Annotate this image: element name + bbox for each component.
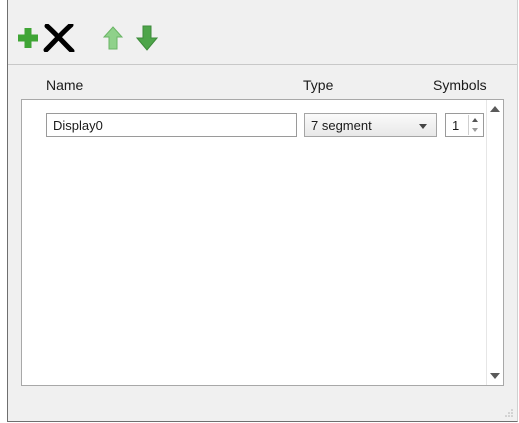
move-up-icon [103,26,123,50]
display-editor-window: Name Type Symbols 7 segment 1 [7,0,518,422]
resize-grip-icon[interactable] [504,408,514,418]
column-header-symbols: Symbols [433,77,487,93]
toolbar-separator [8,64,517,65]
spin-up-icon[interactable] [472,118,478,122]
scroll-up-icon[interactable] [490,106,500,112]
remove-button[interactable] [42,21,76,55]
display-type-value: 7 segment [311,117,372,133]
move-down-icon [136,25,158,51]
display-list[interactable]: 7 segment 1 [21,99,504,386]
display-name-field[interactable] [46,113,297,137]
move-up-button[interactable] [96,21,130,55]
column-header-type: Type [303,77,334,93]
symbols-spinbox[interactable]: 1 [445,113,484,137]
remove-icon [43,24,75,52]
chevron-down-icon [419,124,427,129]
column-header-name: Name [46,77,84,93]
spin-buttons [468,115,482,135]
symbols-value: 1 [452,118,460,133]
move-down-button[interactable] [130,21,164,55]
vertical-scrollbar[interactable] [486,100,503,385]
add-button[interactable] [11,21,45,55]
scroll-down-icon[interactable] [490,373,500,379]
spin-down-icon[interactable] [472,128,478,132]
display-type-dropdown[interactable]: 7 segment [304,113,437,137]
add-icon [18,28,38,48]
